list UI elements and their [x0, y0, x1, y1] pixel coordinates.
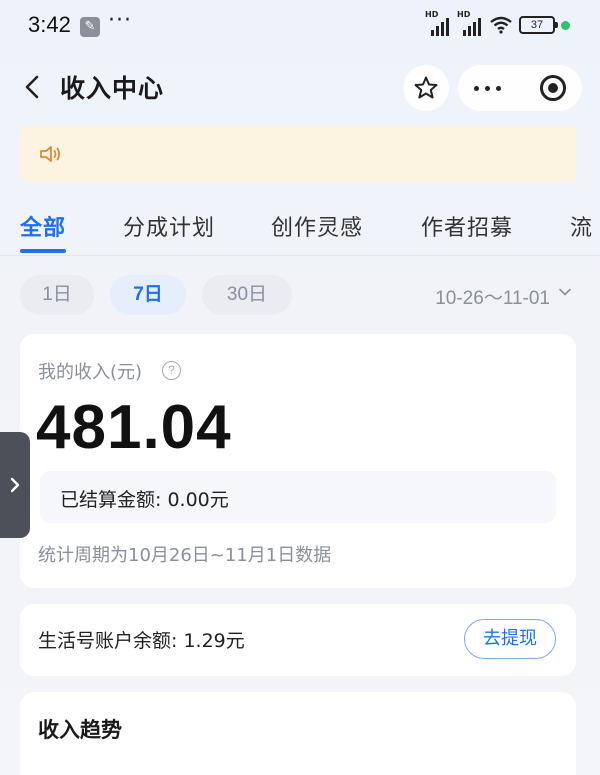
chevron-right-icon — [10, 477, 20, 493]
income-trend-title: 收入趋势 — [38, 718, 122, 742]
tab-inspiration[interactable]: 创作灵感 — [271, 210, 363, 242]
help-icon[interactable]: ? — [162, 361, 181, 380]
status-time: 3:42 — [28, 12, 71, 37]
account-balance: 生活号账户余额: 1.29元 — [38, 630, 245, 652]
date-range-selector[interactable]: 10-26～11-01 — [435, 283, 550, 310]
more-icon[interactable] — [474, 86, 501, 91]
income-label: 我的收入(元) — [38, 362, 143, 383]
settled-amount: 已结算金额: 0.00元 — [60, 489, 229, 511]
tab-all[interactable]: 全部 — [20, 210, 66, 242]
star-icon — [414, 76, 438, 99]
tab-revenue-share[interactable]: 分成计划 — [123, 210, 215, 242]
battery-icon: 37 — [519, 16, 558, 34]
page-title: 收入中心 — [60, 74, 165, 103]
close-miniapp-icon[interactable] — [540, 75, 566, 101]
period-chip-1d[interactable]: 1日 — [20, 275, 94, 315]
speaker-icon — [40, 146, 61, 162]
status-dots: ··· — [108, 8, 132, 33]
period-chip-7d[interactable]: 7日 — [110, 275, 186, 315]
period-chip-30d[interactable]: 30日 — [202, 275, 292, 315]
withdraw-button[interactable]: 去提现 — [464, 619, 556, 659]
notice-bar[interactable] — [20, 126, 576, 182]
back-arrow-icon[interactable] — [18, 72, 48, 102]
status-bar: 3:42 ✎ ··· HD HD 37 — [0, 0, 600, 56]
statistics-period-note: 统计周期为10月26日~11月1日数据 — [38, 545, 332, 566]
wifi-icon — [490, 16, 512, 34]
miniapp-capsule — [458, 65, 582, 111]
income-trend-card: 收入趋势 — [20, 692, 576, 775]
signal-hd-label: HD — [425, 10, 439, 19]
income-card: 我的收入(元) ? 481.04 已结算金额: 0.00元 统计周期为10月26… — [20, 334, 576, 588]
tab-overflow[interactable]: 流 — [570, 210, 600, 242]
status-icons: HD HD 37 — [425, 10, 570, 36]
favorite-button[interactable] — [403, 65, 449, 111]
signal-icon-2: HD — [457, 10, 483, 36]
header: 收入中心 — [0, 56, 600, 120]
settled-amount-box: 已结算金额: 0.00元 — [40, 471, 556, 523]
tab-active-indicator — [20, 249, 66, 253]
signal-hd-label-2: HD — [457, 10, 471, 19]
wrench-icon: ✎ — [80, 17, 100, 37]
chevron-down-icon[interactable] — [558, 285, 572, 299]
income-amount: 481.04 — [36, 393, 232, 462]
tab-recruit[interactable]: 作者招募 — [421, 210, 513, 242]
account-balance-card: 生活号账户余额: 1.29元 去提现 — [20, 604, 576, 676]
tab-bar: 全部 分成计划 创作灵感 作者招募 流 — [0, 200, 600, 256]
green-dot-indicator — [561, 20, 570, 30]
side-drawer-handle[interactable] — [0, 432, 30, 538]
signal-icon: HD — [425, 10, 451, 36]
